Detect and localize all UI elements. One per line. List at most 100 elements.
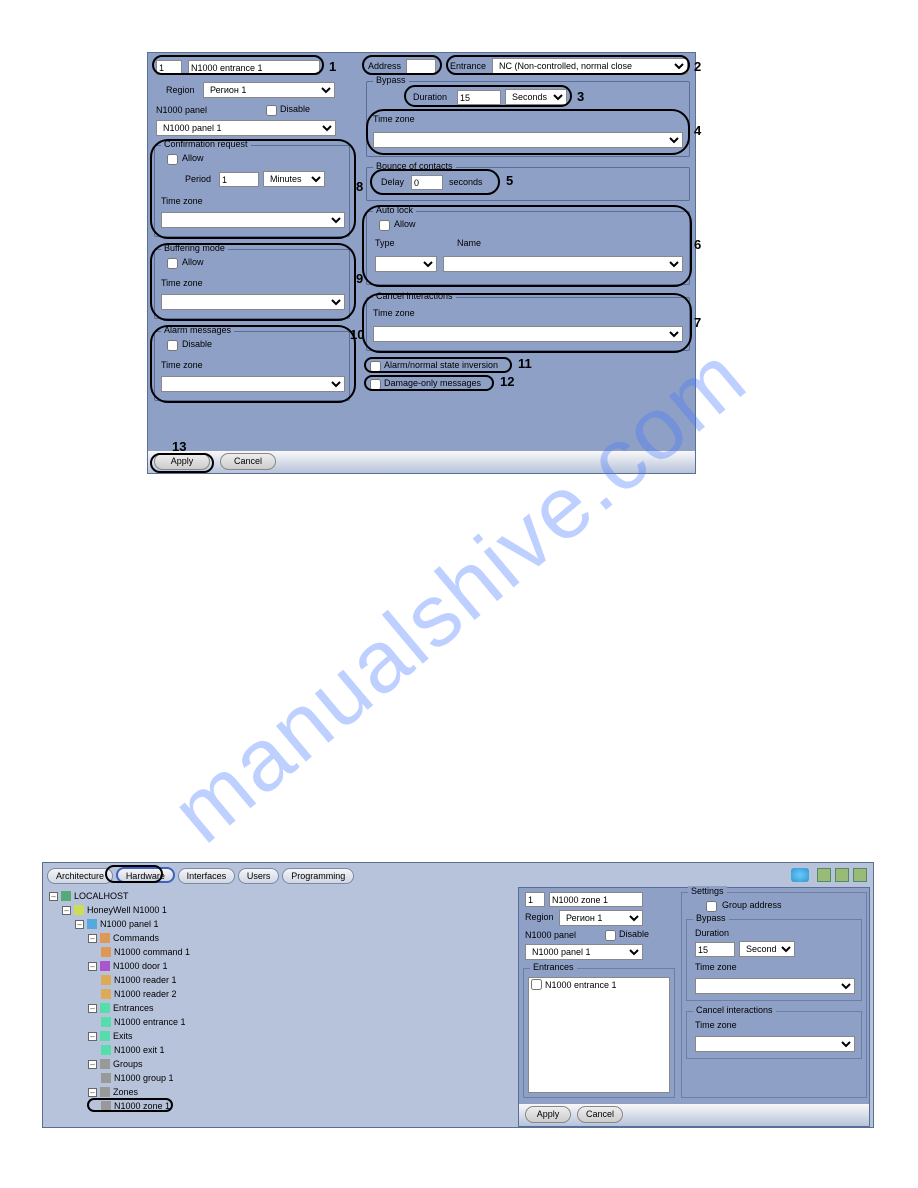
bypass-duration-label: Duration (413, 92, 447, 102)
zone-disable-checkbox[interactable] (605, 930, 616, 941)
tree-exits[interactable]: Exits (113, 1029, 133, 1043)
callout-3: 3 (577, 89, 584, 104)
tree-reader-1[interactable]: N1000 reader 1 (114, 973, 177, 987)
fig2-props-panel: Region Регион 1 N1000 panel Disable N100… (518, 887, 870, 1127)
panel-icon (87, 919, 97, 929)
entrance-item-checkbox[interactable] (531, 979, 542, 990)
confirmation-tz-select[interactable] (161, 212, 345, 228)
entrance-item-label: N1000 entrance 1 (545, 980, 617, 990)
callout-9: 9 (356, 271, 363, 286)
device-icon (74, 905, 84, 915)
tab-programming[interactable]: Programming (282, 868, 354, 884)
alarm-group: Alarm messages Disable Time zone (154, 331, 350, 401)
damage-checkbox[interactable] (370, 379, 381, 390)
tree-localhost[interactable]: LOCALHOST (74, 889, 129, 903)
bypass-group: Bypass Duration Seconds Time zone (366, 81, 690, 157)
tree-groups[interactable]: Groups (113, 1057, 143, 1071)
group-address-checkbox[interactable] (706, 901, 717, 912)
window-close-icon[interactable] (853, 868, 867, 882)
entrance-label: Entrance (450, 61, 486, 71)
inversion-checkbox[interactable] (370, 361, 381, 372)
callout-11: 11 (518, 356, 532, 371)
buffering-tz-select[interactable] (161, 294, 345, 310)
damage-label: Damage-only messages (384, 378, 481, 388)
tab-users[interactable]: Users (238, 868, 280, 884)
confirmation-period-unit[interactable]: Minutes (263, 171, 325, 187)
zone-name-field[interactable] (549, 892, 643, 907)
tab-architecture[interactable]: Architecture (47, 868, 113, 884)
confirmation-tz-label: Time zone (161, 196, 203, 206)
inversion-label: Alarm/normal state inversion (384, 360, 498, 370)
address-field[interactable] (406, 59, 436, 74)
autolock-name-label: Name (457, 238, 481, 248)
groups-icon (100, 1059, 110, 1069)
parent-select[interactable]: N1000 panel 1 (156, 120, 336, 136)
window-max-icon[interactable] (835, 868, 849, 882)
exits-icon (100, 1031, 110, 1041)
tree-zone-1[interactable]: N1000 zone 1 (114, 1099, 170, 1113)
zone-cancel-button[interactable]: Cancel (577, 1106, 623, 1123)
tree-command-1[interactable]: N1000 command 1 (114, 945, 190, 959)
zone-region-select[interactable]: Регион 1 (559, 910, 643, 926)
buffering-group: Buffering mode Allow Time zone (154, 249, 350, 319)
apply-button[interactable]: Apply (154, 453, 210, 470)
autolock-type-select[interactable] (375, 256, 437, 272)
confirmation-allow-checkbox[interactable] (167, 154, 178, 165)
buffering-allow-checkbox[interactable] (167, 258, 178, 269)
tree-reader-2[interactable]: N1000 reader 2 (114, 987, 177, 1001)
confirmation-period-label: Period (185, 174, 211, 184)
entrance-icon (101, 1017, 111, 1027)
tree-zones[interactable]: Zones (113, 1085, 138, 1099)
zone-parent-select[interactable]: N1000 panel 1 (525, 944, 643, 960)
cancel-group: Cancel interactions Time zone (366, 297, 690, 351)
settings-duration-label: Duration (695, 928, 729, 938)
tree-entrance-1[interactable]: N1000 entrance 1 (114, 1015, 186, 1029)
cancel-tz-select[interactable] (373, 326, 683, 342)
tab-interfaces[interactable]: Interfaces (178, 868, 236, 884)
window-min-icon[interactable] (817, 868, 831, 882)
zone-id-field[interactable] (525, 892, 545, 907)
buffering-allow-label: Allow (182, 257, 204, 267)
settings-title: Settings (688, 886, 727, 896)
tree-exit-1[interactable]: N1000 exit 1 (114, 1043, 165, 1057)
tree-honeywell[interactable]: HoneyWell N1000 1 (87, 903, 167, 917)
exit-icon (101, 1045, 111, 1055)
settings-bypass-title: Bypass (693, 913, 729, 923)
settings-duration-unit[interactable]: Seconds (739, 941, 795, 957)
settings-cancel-tz-select[interactable] (695, 1036, 855, 1052)
callout-7: 7 (694, 315, 701, 330)
callout-12: 12 (500, 374, 514, 389)
autolock-allow-checkbox[interactable] (379, 220, 390, 231)
id-field[interactable] (156, 60, 182, 75)
bypass-duration-field[interactable] (457, 90, 501, 105)
name-field[interactable] (188, 60, 320, 75)
fig1-panel: Region Регион 1 N1000 panel Disable N100… (147, 52, 696, 474)
entrance-select[interactable]: NC (Non-controlled, normal close (492, 58, 688, 74)
tree-commands[interactable]: Commands (113, 931, 159, 945)
bounce-delay-field[interactable] (411, 175, 443, 190)
settings-cancel-title: Cancel interactions (693, 1005, 776, 1015)
tree-door[interactable]: N1000 door 1 (113, 959, 168, 973)
tree-group-1[interactable]: N1000 group 1 (114, 1071, 174, 1085)
settings-tz-select[interactable] (695, 978, 855, 994)
bypass-duration-unit[interactable]: Seconds (505, 89, 567, 105)
hardware-tree[interactable]: –LOCALHOST –HoneyWell N1000 1 –N1000 pan… (49, 889, 299, 1113)
speaker-icon[interactable] (791, 868, 809, 882)
autolock-name-select[interactable] (443, 256, 683, 272)
cancel-button[interactable]: Cancel (220, 453, 276, 470)
disable-checkbox[interactable] (266, 105, 277, 116)
entrances-listbox[interactable]: N1000 entrance 1 (528, 977, 670, 1093)
callout-4: 4 (694, 123, 701, 138)
tab-hardware[interactable]: Hardware (116, 867, 175, 883)
bypass-tz-select[interactable] (373, 132, 683, 148)
region-select[interactable]: Регион 1 (203, 82, 335, 98)
settings-duration-field[interactable] (695, 942, 735, 957)
alarm-tz-select[interactable] (161, 376, 345, 392)
confirmation-period-field[interactable] (219, 172, 259, 187)
bypass-tz-label: Time zone (373, 114, 415, 124)
tree-entrances[interactable]: Entrances (113, 1001, 154, 1015)
alarm-disable-checkbox[interactable] (167, 340, 178, 351)
zone-apply-button[interactable]: Apply (525, 1106, 571, 1123)
tree-panel[interactable]: N1000 panel 1 (100, 917, 159, 931)
commands-icon (100, 933, 110, 943)
